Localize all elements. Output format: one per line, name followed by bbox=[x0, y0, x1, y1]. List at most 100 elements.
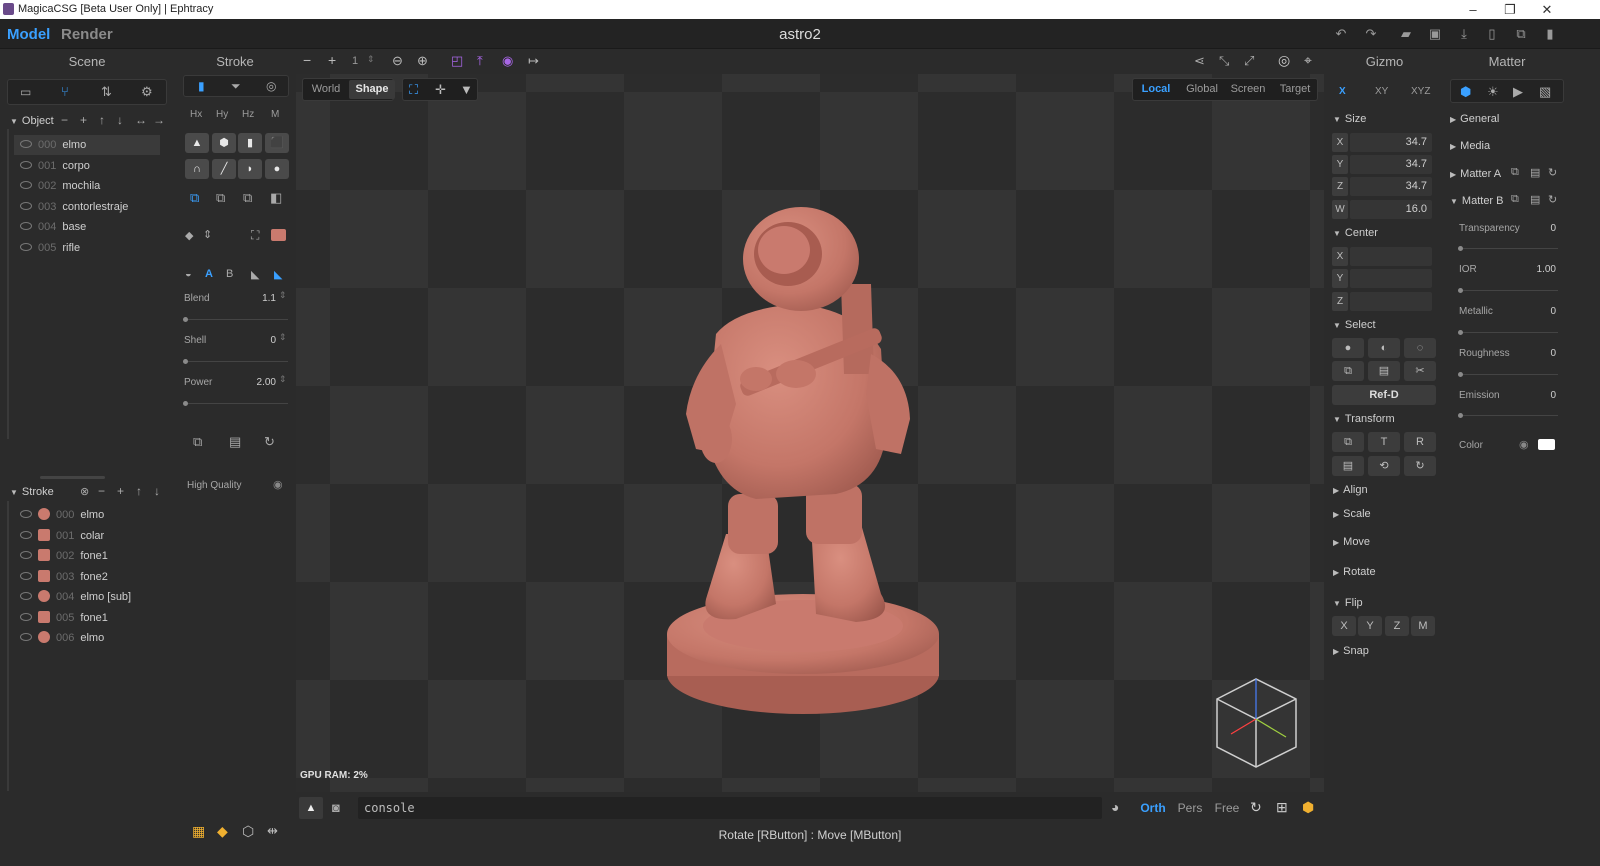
gizmo-tab-x[interactable]: X bbox=[1339, 86, 1346, 97]
roughness-slider[interactable] bbox=[1458, 374, 1558, 375]
ior-slider[interactable] bbox=[1458, 290, 1558, 291]
render-tab[interactable]: Render bbox=[61, 26, 113, 43]
object-row[interactable]: 005 rifle bbox=[14, 238, 160, 258]
transform-paste-icon[interactable]: ▤ bbox=[1332, 456, 1364, 476]
stroke-row[interactable]: 003 fone2 bbox=[14, 567, 160, 587]
reset-icon[interactable]: ↻ bbox=[264, 434, 275, 450]
3d-viewport[interactable]: World Shape ⛶ ✛ ▼ Local Global Screen Ta… bbox=[296, 74, 1324, 792]
brush-icon[interactable]: ▮ bbox=[198, 79, 205, 93]
stroke-down-icon[interactable]: ↓ bbox=[154, 484, 160, 498]
filter-icon[interactable]: ⏷ bbox=[231, 79, 241, 94]
matter-a-section[interactable]: ▶ Matter A bbox=[1450, 168, 1501, 180]
restore-button[interactable]: ❐ bbox=[1493, 1, 1527, 18]
power-slider[interactable] bbox=[184, 403, 288, 404]
matter-b-copy-icon[interactable]: ⧉ bbox=[1511, 193, 1519, 206]
remove-stroke-icon[interactable]: − bbox=[98, 484, 105, 498]
stroke-section-header[interactable]: ▼ Stroke bbox=[10, 486, 54, 498]
stroke-row[interactable]: 005 fone1 bbox=[14, 608, 160, 628]
color-picker-icon[interactable]: ◉ bbox=[1519, 438, 1529, 451]
flip-z-button[interactable]: Z bbox=[1385, 616, 1409, 636]
camera-icon[interactable]: ◙ bbox=[332, 800, 340, 815]
select-box-icon[interactable]: ⛶ bbox=[409, 82, 418, 98]
grid-icon[interactable]: ▦ bbox=[192, 823, 205, 840]
transparency-slider[interactable] bbox=[1458, 248, 1558, 249]
lift-icon[interactable]: ⤒ bbox=[477, 53, 483, 69]
zoom-plus-icon[interactable]: + bbox=[328, 52, 336, 68]
gizmo-tab-xyz[interactable]: XYZ bbox=[1411, 86, 1430, 97]
blend-slider-handle[interactable] bbox=[183, 317, 188, 322]
bounds-icon[interactable]: ◰ bbox=[451, 53, 463, 69]
cube-view-icon[interactable]: ⬢ bbox=[1302, 799, 1314, 816]
proj-free-button[interactable]: Free bbox=[1210, 799, 1244, 818]
transparency-slider-handle[interactable] bbox=[1458, 246, 1463, 251]
stroke-row[interactable]: 002 fone1 bbox=[14, 546, 160, 566]
shell-stepper-icon[interactable]: ⇕ bbox=[279, 332, 287, 343]
coord-target-button[interactable]: Target bbox=[1271, 80, 1319, 99]
move-section[interactable]: ▶ Move bbox=[1333, 536, 1370, 548]
coord-local-button[interactable]: Local bbox=[1133, 80, 1179, 99]
shell-value[interactable]: 0 bbox=[236, 335, 276, 346]
center-section[interactable]: ▼ Center bbox=[1333, 227, 1378, 239]
light-icon[interactable]: ☀ bbox=[1487, 84, 1499, 100]
stroke-color-swatch[interactable] bbox=[271, 229, 286, 241]
select-paste-icon[interactable]: ▤ bbox=[1368, 361, 1400, 381]
mode-b-button[interactable]: B bbox=[226, 268, 233, 280]
grid-view-icon[interactable]: ⊞ bbox=[1276, 799, 1288, 816]
power-slider-handle[interactable] bbox=[183, 401, 188, 406]
rotate-section[interactable]: ▶ Rotate bbox=[1333, 566, 1376, 578]
eye-icon[interactable] bbox=[20, 530, 32, 539]
object-row[interactable]: 002 mochila bbox=[14, 176, 160, 196]
blend-mode-icon[interactable]: ◒ bbox=[185, 268, 192, 280]
object-row[interactable]: 003 contorlestraje bbox=[14, 197, 160, 217]
flip-y-button[interactable]: Y bbox=[1358, 616, 1382, 636]
eye-icon[interactable] bbox=[20, 222, 32, 231]
metallic-slider-handle[interactable] bbox=[1458, 330, 1463, 335]
intersect-icon[interactable]: ⧉ bbox=[243, 190, 252, 206]
camera-matter-icon[interactable]: ▶ bbox=[1513, 84, 1523, 100]
collapse-icon[interactable]: ↔ bbox=[135, 113, 147, 127]
metallic-value[interactable]: 0 bbox=[1514, 306, 1556, 317]
transform-rotate-icon[interactable]: ⟲ bbox=[1368, 456, 1400, 476]
minimize-button[interactable]: – bbox=[1456, 1, 1490, 18]
box-icon[interactable]: ⬡ bbox=[242, 823, 254, 840]
roughness-slider-handle[interactable] bbox=[1458, 372, 1463, 377]
stroke-list-scrollbar[interactable] bbox=[7, 501, 9, 791]
mirror-icon[interactable]: ⇹ bbox=[267, 823, 278, 839]
scale-section[interactable]: ▶ Scale bbox=[1333, 508, 1371, 520]
subtract-icon[interactable]: ⧉ bbox=[216, 190, 225, 206]
eye-icon[interactable] bbox=[20, 140, 32, 149]
center-y-field[interactable] bbox=[1350, 269, 1432, 288]
size-z-field[interactable]: 34.7 bbox=[1350, 177, 1432, 196]
matter-b-section[interactable]: ▼ Matter B bbox=[1450, 195, 1504, 207]
proj-orth-button[interactable]: Orth bbox=[1136, 799, 1170, 818]
size-section[interactable]: ▼ Size bbox=[1333, 113, 1366, 125]
shell-slider[interactable] bbox=[184, 361, 288, 362]
color-swatch[interactable] bbox=[1538, 439, 1555, 450]
mode-a-button[interactable]: A bbox=[205, 268, 213, 280]
power-stepper-icon[interactable]: ⇕ bbox=[279, 374, 287, 385]
grow-icon[interactable]: ⊕ bbox=[417, 53, 428, 69]
copy-file-icon[interactable]: ⧉ bbox=[1513, 26, 1529, 42]
gizmo-tab-xy[interactable]: XY bbox=[1375, 86, 1388, 97]
snap-section[interactable]: ▶ Snap bbox=[1333, 645, 1369, 657]
size-x-field[interactable]: 34.7 bbox=[1350, 133, 1432, 152]
coord-screen-button[interactable]: Screen bbox=[1225, 80, 1271, 99]
ior-value[interactable]: 1.00 bbox=[1514, 264, 1556, 275]
gear-icon[interactable]: ⚙ bbox=[141, 84, 153, 100]
fullscreen-icon[interactable]: ⤢ bbox=[1244, 53, 1254, 69]
power-value[interactable]: 2.00 bbox=[236, 377, 276, 388]
matter-a-reset-icon[interactable]: ↻ bbox=[1548, 166, 1557, 179]
select-section[interactable]: ▼ Select bbox=[1333, 319, 1376, 331]
open-folder-icon[interactable]: ▰ bbox=[1398, 26, 1414, 42]
layer-icon[interactable]: ◆ bbox=[217, 823, 228, 840]
transform-section[interactable]: ▼ Transform bbox=[1333, 413, 1395, 425]
delete-icon[interactable]: ▮ bbox=[1542, 26, 1558, 42]
stamp-icon[interactable]: ▼ bbox=[460, 82, 473, 97]
step-value[interactable]: 1 bbox=[352, 55, 358, 67]
save-icon[interactable]: ▣ bbox=[1427, 26, 1443, 42]
frame-icon[interactable]: ⛶ bbox=[251, 228, 259, 243]
eye-icon[interactable] bbox=[20, 510, 32, 519]
coord-global-button[interactable]: Global bbox=[1179, 80, 1225, 99]
align-section[interactable]: ▶ Align bbox=[1333, 484, 1368, 496]
expand-icon[interactable]: → bbox=[153, 113, 165, 127]
